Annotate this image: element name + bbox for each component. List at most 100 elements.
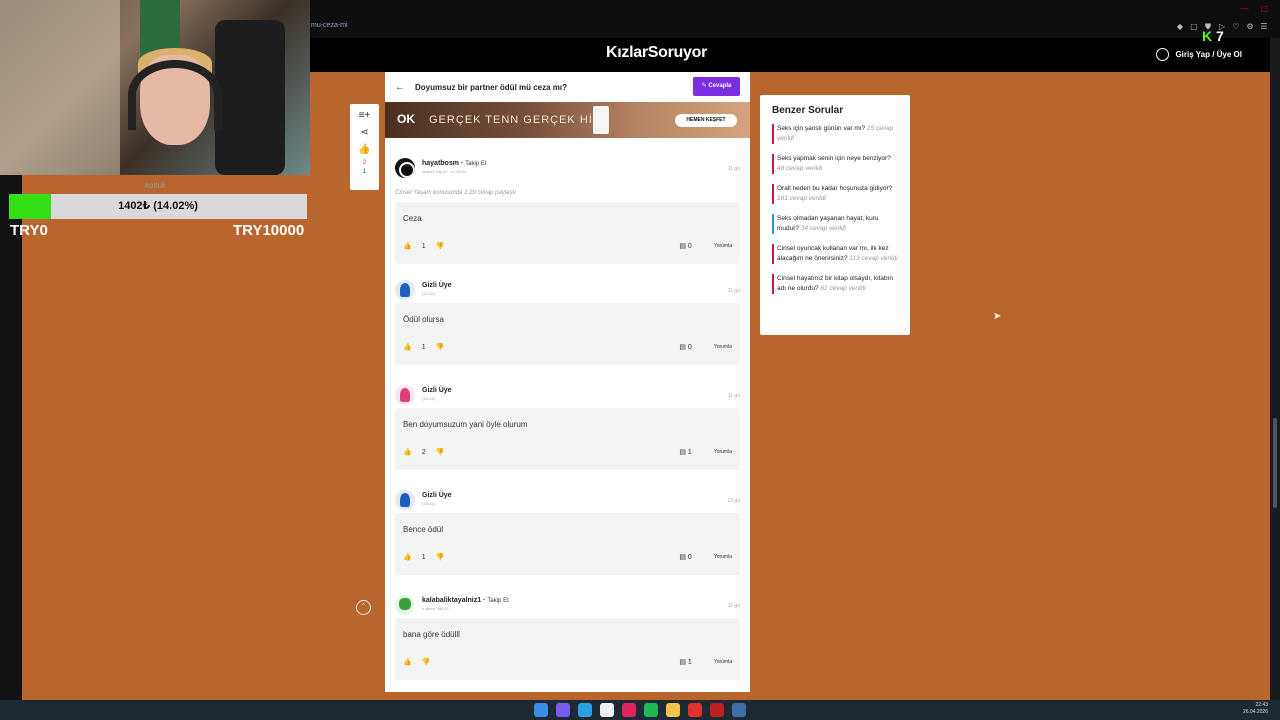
system-tray[interactable]: 22:43 26.04.2026 bbox=[1243, 702, 1268, 716]
login-button[interactable]: Giriş Yap / Üye Ol bbox=[1156, 48, 1242, 61]
avatar[interactable] bbox=[395, 595, 415, 615]
thumbs-down-icon[interactable]: 👎 bbox=[436, 242, 445, 250]
follow-link[interactable]: Takip Et bbox=[487, 598, 508, 604]
answer-item: hayatbosm · Takip Et Master Yaş 20 , xx … bbox=[395, 138, 740, 264]
question-card: ← Doyumsuz bir partner ödül mü ceza mı? … bbox=[385, 72, 750, 692]
reply-link[interactable]: Yorumla bbox=[714, 659, 732, 665]
ad-logo: OK bbox=[397, 112, 415, 126]
answer-username[interactable]: hayatbosm · Takip Et bbox=[422, 160, 487, 167]
calendar-icon[interactable] bbox=[600, 703, 614, 717]
comment-count[interactable]: ▤ 0 bbox=[679, 343, 691, 351]
similar-question-text[interactable]: Seks için şanslı günün var mı? bbox=[777, 125, 865, 132]
chrome-icon[interactable] bbox=[710, 703, 724, 717]
extension-icon[interactable]: ▢ bbox=[1190, 22, 1198, 32]
avatar[interactable] bbox=[395, 158, 415, 178]
similar-question-count: 113 cevap verildi bbox=[849, 255, 898, 262]
answer-item: Gizli Üye (18-24) 11 gü Ben doyumsuzum y… bbox=[395, 365, 740, 470]
comment-count-value: 1 bbox=[687, 659, 692, 666]
similar-question-text[interactable]: Seks yapmak senin için neye benziyor? bbox=[777, 155, 891, 162]
share-icon[interactable]: ⋖ bbox=[360, 126, 368, 140]
follow-link[interactable]: Takip Et bbox=[465, 161, 486, 167]
similar-question-text[interactable]: Orall neden bu kadar hoşunuza gidiyor? bbox=[777, 185, 892, 192]
ad-slogan: GERÇEK TENN GERÇEK HİS bbox=[429, 114, 602, 126]
avatar[interactable] bbox=[395, 385, 415, 405]
answer-username[interactable]: Gizli Üye bbox=[422, 492, 452, 499]
comment-count-value: 0 bbox=[687, 554, 692, 561]
opera-icon[interactable] bbox=[688, 703, 702, 717]
comment-count[interactable]: ▤ 1 bbox=[679, 448, 691, 456]
site-header: KızlarSoruyor Giriş Yap / Üye Ol bbox=[310, 38, 1270, 72]
maximize-icon[interactable]: ▢ bbox=[1260, 4, 1268, 13]
answer-time: 11 gü bbox=[727, 166, 740, 172]
similar-question-item[interactable]: Seks olmadan yaşanan hayat, kuru mudur? … bbox=[772, 214, 898, 234]
answer-username[interactable]: Gizli Üye bbox=[422, 282, 452, 289]
scroll-up-button[interactable]: ⌃ bbox=[356, 600, 371, 615]
reply-link[interactable]: Yorumla bbox=[714, 344, 732, 350]
extension-icon[interactable]: ◆ bbox=[1176, 22, 1184, 32]
minimize-icon[interactable]: — bbox=[1240, 4, 1248, 13]
thumbs-up-icon[interactable]: 👍 bbox=[403, 553, 412, 561]
answer-text: bana göre ödülll bbox=[403, 630, 460, 639]
answer-text: Ceza bbox=[403, 214, 422, 223]
comment-count[interactable]: ▤ 0 bbox=[679, 242, 691, 250]
like-icon[interactable]: 👍 bbox=[358, 143, 370, 157]
reply-link[interactable]: Yorumla bbox=[714, 554, 732, 560]
folder-icon[interactable] bbox=[666, 703, 680, 717]
vote-actions: 👍 1 👎 bbox=[403, 553, 445, 562]
similar-question-item[interactable]: Seks yapmak senin için neye benziyor? 48… bbox=[772, 154, 898, 174]
settings-icon[interactable]: ⚙ bbox=[1246, 22, 1254, 32]
browser-icon[interactable] bbox=[622, 703, 636, 717]
thumbs-up-icon[interactable]: 👍 bbox=[403, 658, 412, 666]
ad-banner[interactable]: OK GERÇEK TENN GERÇEK HİS HEMEN KEŞFET bbox=[385, 102, 750, 138]
vote-actions: 👍 1 👎 bbox=[403, 242, 445, 251]
menu-icon[interactable]: ☰ bbox=[1260, 22, 1268, 32]
thumbs-up-icon[interactable]: 👍 bbox=[403, 448, 412, 456]
thumbs-down-icon[interactable]: 👎 bbox=[436, 553, 445, 561]
scroll-thumb[interactable] bbox=[1273, 418, 1277, 508]
headset-icon bbox=[128, 60, 222, 130]
comment-count[interactable]: ▤ 1 bbox=[679, 658, 691, 666]
answer-username[interactable]: Gizli Üye bbox=[422, 387, 452, 394]
date: 26.04.2026 bbox=[1242, 709, 1268, 715]
answer-username[interactable]: kalabaliktayalniz1 · Takip Et bbox=[422, 597, 509, 604]
comment-count[interactable]: ▤ 0 bbox=[679, 553, 691, 561]
edge-icon[interactable] bbox=[578, 703, 592, 717]
back-arrow-icon[interactable]: ← bbox=[395, 82, 405, 93]
similar-question-item[interactable]: Cinsel oyuncak kullanan var mı, ilk kez … bbox=[772, 244, 898, 264]
heart-icon[interactable]: ♡ bbox=[1232, 22, 1240, 32]
answer-button[interactable]: ✎ Cevapla bbox=[693, 77, 740, 96]
action-rail: ≡+ ⋖ 👍 2 1 bbox=[350, 104, 379, 190]
user-meta: (20-29) bbox=[422, 291, 435, 296]
user-meta: (36-45) bbox=[422, 501, 435, 506]
thumbs-down-icon[interactable]: 👎 bbox=[436, 448, 445, 456]
window-controls[interactable]: — ▢ bbox=[1240, 4, 1268, 13]
steam-icon[interactable] bbox=[732, 703, 746, 717]
thumbs-down-icon[interactable]: 👎 bbox=[436, 343, 445, 351]
page-scrollbar[interactable] bbox=[1270, 38, 1280, 700]
similar-question-item[interactable]: Cinsel hayatınız bir kitap olsaydı, kita… bbox=[772, 274, 898, 294]
thumbs-down-icon[interactable]: 👎 bbox=[422, 658, 431, 666]
taskbar-apps bbox=[534, 703, 746, 717]
username-text[interactable]: hayatbosm bbox=[422, 160, 459, 167]
ad-cta-button[interactable]: HEMEN KEŞFET bbox=[675, 114, 737, 127]
similar-question-item[interactable]: Seks için şanslı günün var mı? 15 cevap … bbox=[772, 124, 898, 144]
answer-text: Bence ödül bbox=[403, 525, 444, 534]
similar-question-count: 61 cevap verildi bbox=[820, 285, 866, 292]
thumbs-up-icon[interactable]: 👍 bbox=[403, 343, 412, 351]
thumbs-up-icon[interactable]: 👍 bbox=[403, 242, 412, 250]
avatar[interactable] bbox=[395, 280, 415, 300]
username-text[interactable]: kalabaliktayalniz1 bbox=[422, 597, 481, 604]
url-fragment[interactable]: mu-ceza-mi bbox=[311, 22, 348, 29]
copilot-icon[interactable] bbox=[556, 703, 570, 717]
reply-actions: ▤ 0 Yorumla bbox=[679, 553, 732, 561]
similar-question-item[interactable]: Orall neden bu kadar hoşunuza gidiyor? 1… bbox=[772, 184, 898, 204]
start-icon[interactable] bbox=[534, 703, 548, 717]
add-to-list-icon[interactable]: ≡+ bbox=[359, 109, 371, 123]
similar-question-count: 48 cevap verildi bbox=[777, 165, 823, 172]
avatar[interactable] bbox=[395, 490, 415, 510]
site-logo[interactable]: KızlarSoruyor bbox=[606, 44, 707, 62]
reply-actions: ▤ 0 Yorumla bbox=[679, 242, 732, 250]
spotify-icon[interactable] bbox=[644, 703, 658, 717]
reply-link[interactable]: Yorumla bbox=[714, 243, 732, 249]
reply-link[interactable]: Yorumla bbox=[714, 449, 732, 455]
